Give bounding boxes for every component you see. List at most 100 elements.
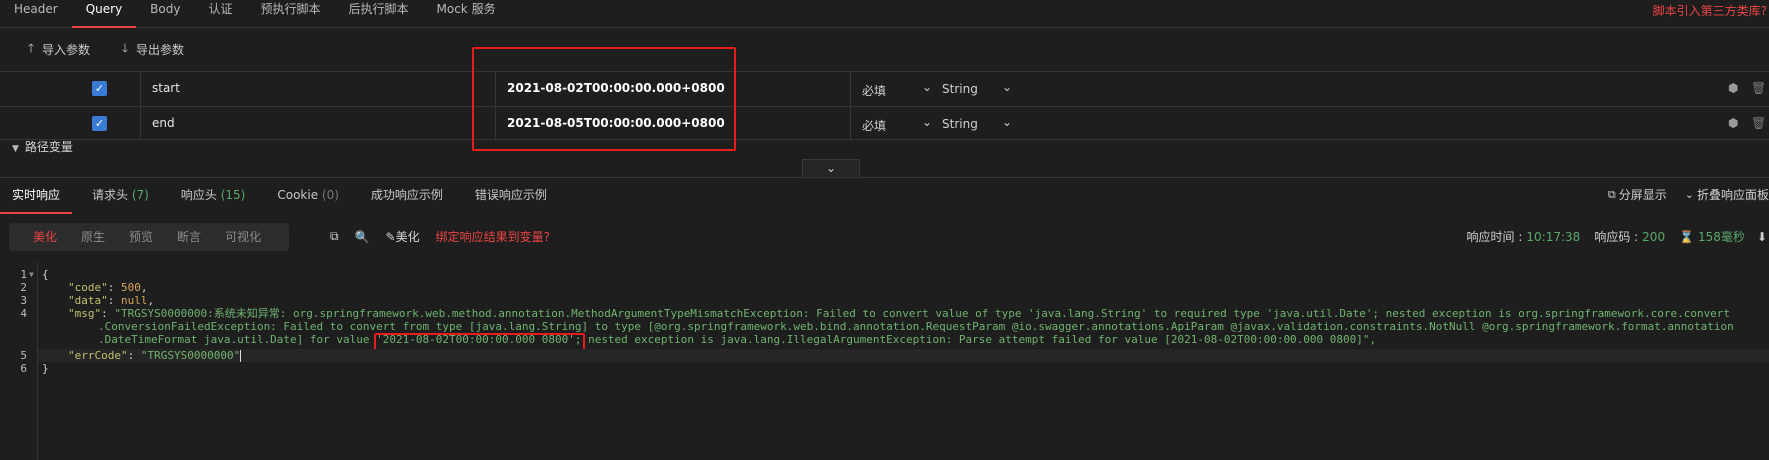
tab-label: 响应头 xyxy=(180,187,217,202)
tab-error-example[interactable]: 错误响应示例 xyxy=(463,178,559,214)
split-screen-icon: ⧉ xyxy=(1607,187,1616,201)
panel-collapse-handle[interactable]: ⌄ xyxy=(802,159,860,177)
tab-success-example[interactable]: 成功响应示例 xyxy=(359,178,455,214)
view-raw[interactable]: 原生 xyxy=(69,223,117,251)
third-party-library-link[interactable]: 脚本引入第三方类库? xyxy=(1653,2,1767,19)
json-key: "data" xyxy=(68,294,108,307)
beautify-label: 美化 xyxy=(395,230,420,244)
trash-icon[interactable]: 🗑 xyxy=(1751,116,1766,130)
tab-pre-script[interactable]: 预执行脚本 xyxy=(246,0,334,28)
json-key: "msg" xyxy=(68,307,102,320)
tab-count: (7) xyxy=(131,187,149,202)
chevron-down-icon[interactable]: ⌄ xyxy=(1002,115,1012,129)
beautify-button[interactable]: ✎美化 xyxy=(386,228,420,245)
path-variables-label: 路径变量 xyxy=(24,140,73,154)
param-value[interactable]: 2021-08-02T00:00:00.000+0800 xyxy=(507,81,725,95)
param-type-select[interactable]: String xyxy=(942,82,978,96)
view-assert[interactable]: 断言 xyxy=(165,223,213,251)
copy-icon[interactable]: ⧉ xyxy=(330,229,339,244)
json-string: "TRGSYS0000000" xyxy=(140,349,241,362)
path-variables-toggle[interactable]: ▼ 路径变量 xyxy=(12,138,73,155)
arrow-up-icon: 🡑 xyxy=(27,40,35,55)
import-export-bar: 🡑 导入参数 🡓 导出参数 xyxy=(0,36,184,62)
param-key[interactable]: start xyxy=(152,81,180,95)
tab-auth[interactable]: 认证 xyxy=(194,0,246,28)
tab-query[interactable]: Query xyxy=(71,0,137,28)
trash-icon[interactable]: 🗑 xyxy=(1751,81,1766,95)
chevron-down-icon[interactable]: ⌄ xyxy=(922,115,932,129)
param-row: ✓ start 2021-08-02T00:00:00.000+0800 必填 … xyxy=(0,71,1769,106)
download-icon[interactable]: ⬇ xyxy=(1757,230,1767,244)
chevron-down-icon: ⌄ xyxy=(825,161,837,175)
export-params-label: 导出参数 xyxy=(136,42,185,57)
tab-mock-service[interactable]: Mock 服务 xyxy=(423,0,510,28)
view-preview[interactable]: 预览 xyxy=(117,223,165,251)
code-line-wrap: .ConversionFailedException: Failed to co… xyxy=(98,320,1734,333)
tab-header[interactable]: Header xyxy=(0,0,72,28)
view-beautify[interactable]: 美化 xyxy=(9,223,69,251)
param-value[interactable]: 2021-08-05T00:00:00.000+0800 xyxy=(507,116,725,130)
code-line-wrap: .DateTimeFormat java.util.Date] for valu… xyxy=(98,333,1376,346)
param-type-select[interactable]: String xyxy=(942,117,978,131)
code-line: "data": null, xyxy=(68,294,155,307)
chevron-down-icon[interactable]: ⌄ xyxy=(1002,80,1012,94)
tab-body[interactable]: Body xyxy=(136,0,194,28)
code-line: "msg": "TRGSYS0000000:系统未知异常: org.spring… xyxy=(68,307,1731,320)
code-line: "code": 500, xyxy=(68,281,148,294)
tab-label: 错误响应示例 xyxy=(474,187,547,202)
import-params-button[interactable]: 🡑 导入参数 xyxy=(24,39,90,60)
line-number: 2 xyxy=(20,281,27,294)
tab-label: 实时响应 xyxy=(12,187,61,202)
param-row: ✓ end 2021-08-05T00:00:00.000+0800 必填 ⌄ … xyxy=(0,106,1769,141)
bind-response-variable-link[interactable]: 绑定响应结果到变量? xyxy=(436,228,550,245)
param-required-select[interactable]: 必填 xyxy=(862,82,886,99)
param-enabled-checkbox[interactable]: ✓ xyxy=(92,116,107,131)
export-params-button[interactable]: 🡓 导出参数 xyxy=(118,39,184,60)
view-visualize[interactable]: 可视化 xyxy=(213,223,273,251)
param-enabled-checkbox[interactable]: ✓ xyxy=(92,81,107,96)
line-number: 3 xyxy=(20,294,27,307)
response-panel-actions: ⧉ 分屏显示 ⌄ 折叠响应面板 xyxy=(1590,186,1769,203)
tab-request-headers[interactable]: 请求头 (7) xyxy=(80,178,161,214)
response-duration-value: 158毫秒 xyxy=(1698,230,1745,244)
code-line: } xyxy=(42,362,49,375)
tab-response-headers[interactable]: 响应头 (15) xyxy=(169,178,257,214)
cube-icon[interactable]: ⬢ xyxy=(1728,81,1738,95)
collapse-response-button[interactable]: ⌄ 折叠响应面板 xyxy=(1685,186,1769,203)
collapse-response-label: 折叠响应面板 xyxy=(1696,188,1769,202)
cube-icon[interactable]: ⬢ xyxy=(1728,116,1738,130)
active-line-highlight xyxy=(38,349,1769,362)
line-gutter: 1 ▼ 2 3 4 5 6 xyxy=(0,262,38,460)
tab-live-response[interactable]: 实时响应 xyxy=(0,178,73,214)
response-code-label: 响应码 : xyxy=(1594,230,1639,244)
param-key[interactable]: end xyxy=(152,116,175,130)
response-time-value: 10:17:38 xyxy=(1526,229,1581,244)
chevron-down-icon[interactable]: ⌄ xyxy=(922,80,932,94)
tab-cookie[interactable]: Cookie (0) xyxy=(265,178,351,214)
line-number: 1 xyxy=(20,268,27,281)
double-chevron-icon: ⌄ xyxy=(1684,188,1694,201)
tab-count: (0) xyxy=(321,187,339,202)
line-number: 5 xyxy=(20,349,27,362)
column-divider xyxy=(495,107,496,141)
response-code-viewer[interactable]: 1 ▼ 2 3 4 5 6 { "code": 500, "data": nul… xyxy=(0,262,1769,460)
response-tabs: 实时响应 请求头 (7) 响应头 (15) Cookie (0) 成功响应示例 … xyxy=(0,177,1769,214)
column-divider xyxy=(850,107,851,141)
search-icon[interactable]: 🔍 xyxy=(355,230,370,244)
split-screen-button[interactable]: ⧉ 分屏显示 xyxy=(1608,186,1667,203)
tab-post-script[interactable]: 后执行脚本 xyxy=(335,0,423,28)
code-line: "errCode": "TRGSYS0000000" xyxy=(68,349,242,362)
request-tabs: Header Query Body 认证 预执行脚本 后执行脚本 Mock 服务 xyxy=(0,0,1769,28)
json-string: "TRGSYS0000000:系统未知异常: org.springframewo… xyxy=(114,307,1731,320)
response-tools: ⧉ 🔍 ✎美化 绑定响应结果到变量? xyxy=(330,228,550,245)
param-required-select[interactable]: 必填 xyxy=(862,117,886,134)
text-cursor xyxy=(240,350,242,362)
json-brace: } xyxy=(42,362,49,375)
fold-arrow-icon[interactable]: ▼ xyxy=(29,268,34,281)
tab-label: 请求头 xyxy=(92,187,129,202)
code-line: { xyxy=(42,268,49,281)
response-time-label: 响应时间 : xyxy=(1466,230,1523,244)
import-params-label: 导入参数 xyxy=(42,42,91,57)
column-divider xyxy=(850,72,851,106)
json-string: .ConversionFailedException: Failed to co… xyxy=(98,320,1734,333)
